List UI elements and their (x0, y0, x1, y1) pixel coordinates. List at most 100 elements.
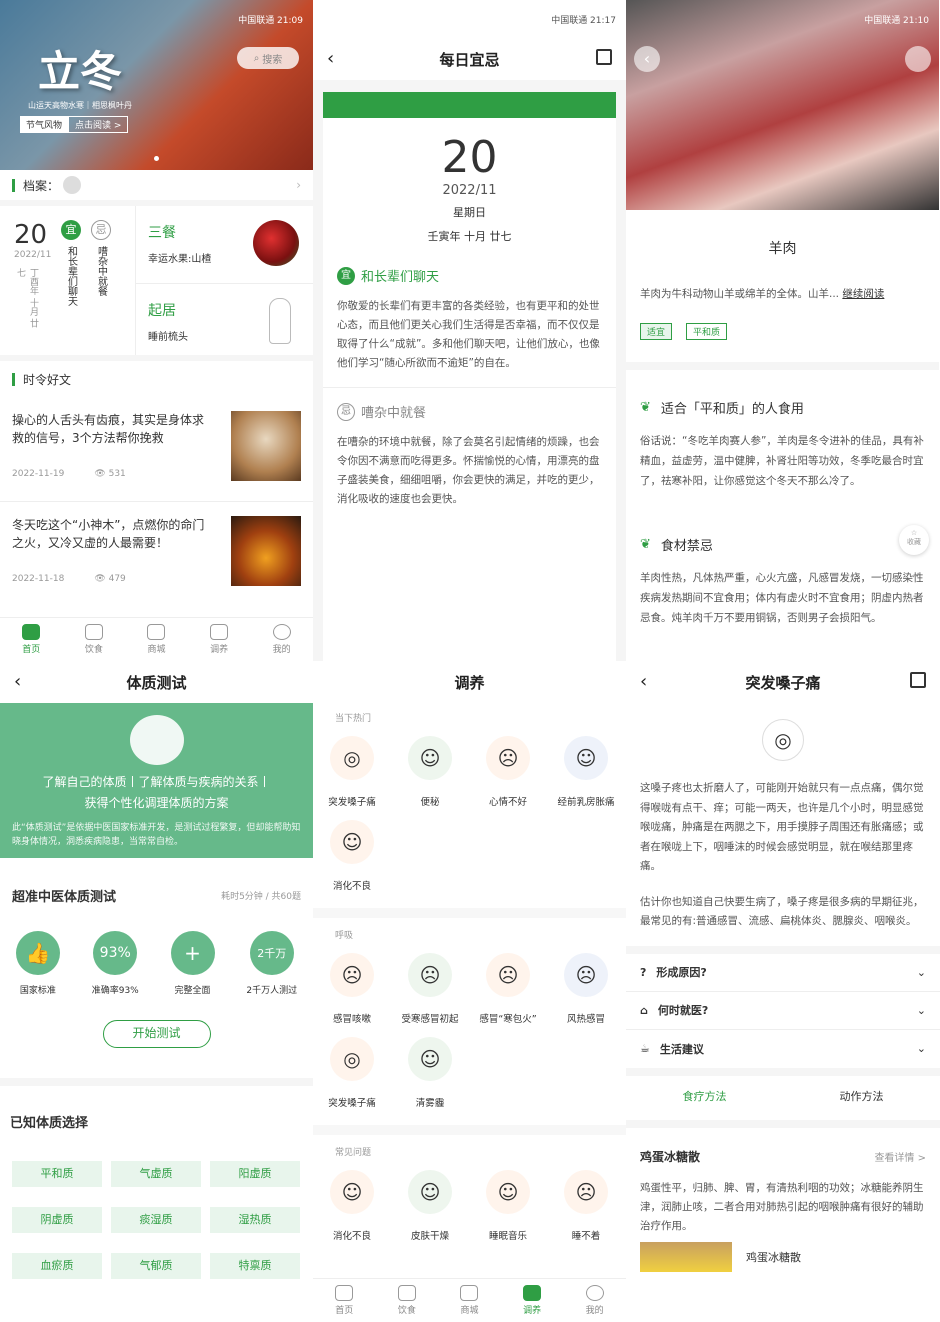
shop-icon (147, 624, 166, 640)
bowl-icon (397, 1285, 416, 1301)
tab-home[interactable]: 首页 (0, 618, 63, 661)
chevron-down-icon: ⌄ (916, 1003, 926, 1017)
care-item[interactable]: ☺ 消化不良 (313, 1170, 391, 1242)
care-grid: ◎ 突发嗓子痛 ☺ 便秘 ☹ 心情不好 ☺ 经前乳房胀痛 ☺ 消化不良 (313, 724, 626, 892)
care-item[interactable]: ◎ 突发嗓子痛 (313, 1037, 391, 1109)
page-title: 调养 (454, 673, 485, 692)
read-link[interactable]: 点击阅读 > (68, 116, 129, 133)
share-icon[interactable] (905, 46, 931, 72)
tab-diet-method[interactable]: 食疗方法 (626, 1088, 783, 1104)
breast-pain-icon: ☺ (564, 736, 608, 780)
back-icon[interactable]: ‹ (327, 48, 334, 69)
type-button[interactable]: 阴虚质 (12, 1207, 102, 1233)
type-button[interactable]: 特禀质 (210, 1253, 300, 1279)
back-icon[interactable]: ‹ (640, 671, 647, 692)
start-test-button[interactable]: 开始测试 (102, 1020, 211, 1048)
constitution-test-screen: ‹ 体质测试 了解自己的体质丨了解体质与疾病的关系丨 获得个性化调理体质的方案 此… (0, 661, 313, 1322)
wind-heat-icon: ☹ (564, 953, 608, 997)
back-icon[interactable]: ‹ (634, 46, 660, 72)
tab-action-method[interactable]: 动作方法 (783, 1088, 940, 1104)
indigestion-icon: ☺ (330, 1170, 374, 1214)
question-icon: ? (640, 965, 647, 979)
care-item[interactable]: ☺ 便秘 (391, 736, 469, 808)
header: ‹ 每日宜忌 (313, 38, 626, 80)
leaf-icon: ❦ (640, 400, 651, 415)
search-box[interactable]: ⌕ 搜索 (237, 47, 299, 69)
tab-care[interactable]: 调养 (501, 1279, 564, 1322)
page-title: 体质测试 (126, 673, 187, 692)
recipe-card[interactable]: 鸡蛋冰糖散 (626, 1236, 940, 1272)
article-item[interactable]: 冬天吃这个“小神木”，点燃你的命门之火，又冷又虚的人最需要！ 2022-11-1… (0, 502, 313, 607)
search-icon: ⌕ (253, 52, 260, 64)
type-button[interactable]: 平和质 (12, 1161, 102, 1187)
yi-badge: 宜 (337, 266, 355, 285)
share-icon[interactable] (910, 672, 926, 688)
care-item[interactable]: ◎ 突发嗓子痛 (313, 736, 391, 808)
accordion-item[interactable]: ⌂ 何时就医? ⌄ (626, 992, 940, 1030)
recipe-image (640, 1241, 732, 1272)
chevron-down-icon: ⌄ (916, 1042, 926, 1055)
back-icon[interactable]: ‹ (14, 671, 21, 692)
book-icon (129, 715, 184, 765)
type-button[interactable]: 湿热质 (210, 1207, 300, 1233)
tab-me[interactable]: 我的 (563, 1279, 626, 1322)
calendar-strip (323, 92, 616, 118)
care-item[interactable]: ☹ 感冒咳嗽 (313, 953, 391, 1025)
tab-diet[interactable]: 饮食 (63, 618, 126, 661)
user-icon (272, 624, 291, 640)
care-item[interactable]: ☹ 睡不着 (547, 1170, 625, 1242)
care-item[interactable]: ☺ 经前乳房胀痛 (547, 736, 625, 808)
type-button[interactable]: 阳虚质 (210, 1161, 300, 1187)
tab-shop[interactable]: 商城 (125, 618, 188, 661)
page-title: 每日宜忌 (439, 50, 500, 69)
type-button[interactable]: 气虚质 (111, 1161, 201, 1187)
type-button[interactable]: 气郁质 (111, 1253, 201, 1279)
meal-card[interactable]: 三餐 幸运水果:山楂 (136, 206, 313, 284)
care-item[interactable]: ☹ 受寒感冒初起 (391, 953, 469, 1025)
tab-home[interactable]: 首页 (313, 1279, 376, 1322)
tag: 平和质 (686, 323, 728, 340)
care-grid: ☺ 消化不良 ☺ 皮肤干燥 ☺ 睡眠音乐 ☹ 睡不着 (313, 1158, 626, 1242)
type-button[interactable]: 痰湿质 (111, 1207, 201, 1233)
care-item[interactable]: ☹ 风热感冒 (547, 953, 625, 1025)
cold-icon: ☹ (408, 953, 452, 997)
tab-care[interactable]: 调养 (188, 618, 251, 661)
tab-diet[interactable]: 饮食 (376, 1279, 439, 1322)
ji-badge: 忌 (337, 402, 355, 421)
sleep-card[interactable]: 起居 睡前梳头 (136, 284, 313, 361)
chevron-down-icon: ⌄ (916, 965, 926, 979)
header: 调养 (313, 661, 626, 703)
accordion-item[interactable]: ? 形成原因? ⌄ (626, 954, 940, 992)
group-title: 呼吸 (335, 931, 354, 941)
home-icon (335, 1285, 354, 1301)
article-item[interactable]: 操心的人舌头有齿痕，其实是身体求救的信号，3个方法帮你挽救 2022-11-19… (0, 397, 313, 502)
mood-icon: ☹ (486, 736, 530, 780)
favorite-button[interactable]: ☆ 收藏 (899, 525, 929, 555)
constipation-icon: ☺ (408, 736, 452, 780)
tab-shop[interactable]: 商城 (438, 1279, 501, 1322)
type-button[interactable]: 血瘀质 (12, 1253, 102, 1279)
symptom-detail-screen: ‹ 突发嗓子痛 ◎ 这嗓子疼也太折磨人了，可能刚开始就只有一点点痛，偶尔觉得喉咙有… (626, 661, 940, 1322)
home-screen: 中国联通 21:09 立冬 山运天高物水寒｜相思枫叶丹 节气风物 点击阅读 > … (0, 0, 313, 661)
share-icon[interactable] (596, 49, 612, 65)
tab-me[interactable]: 我的 (250, 618, 313, 661)
leaf-icon (63, 176, 82, 194)
read-more-link[interactable]: 继续阅读 (842, 288, 884, 300)
group-title: 常见问题 (335, 1148, 372, 1158)
care-item[interactable]: ☺ 皮肤干燥 (391, 1170, 469, 1242)
care-item[interactable]: ☹ 感冒“寒包火” (469, 953, 547, 1025)
care-item[interactable]: ☺ 消化不良 (313, 820, 391, 892)
daily-card: 20 2022/11 星期日 壬寅年 十月 廿七 宜和长辈们聊天 你敬爱的长辈们… (323, 92, 616, 661)
accordion-item[interactable]: ☕ 生活建议 ⌄ (626, 1030, 940, 1068)
care-item[interactable]: ☹ 心情不好 (469, 736, 547, 808)
care-item[interactable]: ☺ 睡眠音乐 (469, 1170, 547, 1242)
chevron-right-icon: › (296, 178, 301, 192)
hospital-icon: ⌂ (640, 1003, 648, 1017)
banner[interactable]: 中国联通 21:09 立冬 山运天高物水寒｜相思枫叶丹 节气风物 点击阅读 > … (0, 0, 313, 170)
care-item[interactable]: ☺ 清雾霾 (391, 1037, 469, 1109)
details-link[interactable]: 查看详情 > (874, 1149, 926, 1164)
throat-icon: ◎ (762, 719, 804, 761)
mask-icon: ☺ (408, 1037, 452, 1081)
page-title: 突发嗓子痛 (745, 673, 821, 692)
archive-row[interactable]: 档案： › (0, 170, 313, 206)
